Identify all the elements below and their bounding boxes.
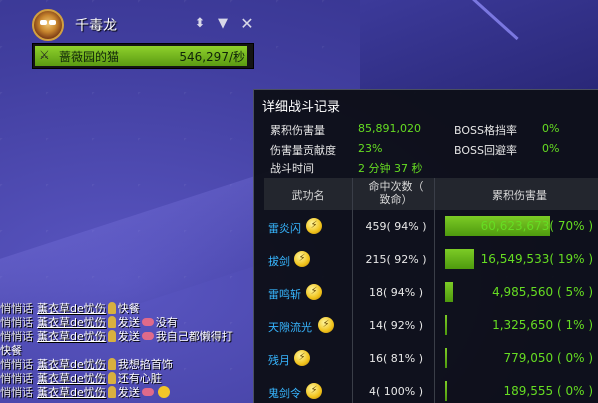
lips-emote-icon [141, 388, 154, 396]
skill-table-header: 武功名 命中次数（ 致命） 累积伤害量 [264, 178, 598, 210]
skill-damage-value: 779,050 ( 0% ) [503, 351, 593, 365]
sword-icon: ⚔ [39, 48, 50, 62]
battle-time-label: 战斗时间 [270, 162, 314, 175]
target-header: 千毒龙 ⬍ ▼ ✕ [27, 8, 263, 42]
chat-verb: 发送 [117, 386, 140, 399]
skill-hit-count: 16( 81% ) [368, 352, 424, 365]
chat-sender-link[interactable]: 薰衣草de忧伤 [37, 386, 106, 399]
boss-block-label: BOSS格挡率 [454, 124, 517, 137]
boss-avatar-icon[interactable] [32, 9, 64, 41]
column-hit-count-line1: 命中次数（ [368, 180, 424, 193]
skill-hit-count: 18( 94% ) [368, 286, 424, 299]
emote-icon [107, 386, 116, 398]
skill-row[interactable]: 天隙流光 ⚡ 14( 92% ) 1,325,650 ( 1% ) [264, 311, 598, 341]
emote-icon [107, 316, 116, 328]
chat-sender-link[interactable]: 薰衣草de忧伤 [37, 330, 106, 343]
column-total-damage[interactable]: 累积伤害量 [440, 187, 598, 203]
skill-hit-count: 215( 92% ) [365, 253, 427, 266]
skill-row[interactable]: 拔剑 ⚡ 215( 92% ) 16,549,533( 19% ) [264, 245, 598, 275]
boss-block-value: 0% [542, 122, 560, 135]
emote-icon [107, 330, 116, 342]
lightning-icon: ⚡ [318, 317, 334, 333]
column-hit-count-line2: 致命） [379, 193, 413, 206]
skill-name[interactable]: 残月 [268, 352, 290, 368]
skill-row[interactable]: 雷炎闪 ⚡ 459( 94% ) 60,623,673( 70% ) [264, 212, 598, 242]
skill-hit-count: 459( 94% ) [365, 220, 427, 233]
world-shadow-area [360, 0, 598, 90]
emote-icon [107, 372, 116, 384]
damage-share-bar [445, 282, 453, 302]
lips-emote-icon [141, 332, 154, 340]
boss-evade-value: 0% [542, 142, 560, 155]
skill-hit-count: 4( 100% ) [368, 385, 424, 398]
panel-title: 详细战斗记录 [262, 100, 341, 115]
skill-hit-count: 14( 92% ) [368, 319, 424, 332]
damage-share-bar [445, 249, 474, 269]
lips-emote-icon [141, 318, 154, 326]
sort-arrows-icon[interactable]: ⬍ [192, 15, 208, 33]
skill-name[interactable]: 鬼剑令 [268, 385, 301, 401]
lightning-icon: ⚡ [306, 284, 322, 300]
chat-line: 悄悄话 薰衣草de忧伤 发送 [0, 384, 172, 400]
skill-damage-value: 16,549,533( 19% ) [480, 252, 593, 266]
skill-name[interactable]: 雷鸣斩 [268, 286, 301, 302]
damage-share-bar [445, 315, 447, 335]
chat-channel-tag: 悄悄话 [0, 386, 33, 399]
column-hit-count[interactable]: 命中次数（ 致命） [356, 180, 436, 206]
skill-damage-value: 189,555 ( 0% ) [503, 384, 593, 398]
skill-damage-value: 1,325,650 ( 1% ) [492, 318, 593, 332]
skill-row[interactable]: 雷鸣斩 ⚡ 18( 94% ) 4,985,560 ( 5% ) [264, 278, 598, 308]
skill-name[interactable]: 雷炎闪 [268, 220, 301, 236]
chat-log: 悄悄话 薰衣草de忧伤 快餐 悄悄话 薰衣草de忧伤 发送 没有 悄悄话 薰衣草de忧伤 发送 我自… [0, 286, 260, 403]
contribution-label: 伤害量贡献度 [270, 144, 336, 157]
skill-row[interactable]: 残月 ⚡ 16( 81% ) 779,050 ( 0% ) [264, 344, 598, 374]
chat-line: 悄悄话 薰衣草de忧伤 发送 我自己都懒得打 [0, 328, 233, 344]
skill-damage-value: 60,623,673( 70% ) [480, 219, 593, 233]
skill-row[interactable]: 鬼剑令 ⚡ 4( 100% ) 189,555 ( 0% ) [264, 377, 598, 403]
dropdown-triangle-icon[interactable]: ▼ [215, 15, 231, 33]
lightning-icon: ⚡ [306, 218, 322, 234]
battle-record-panel: 详细战斗记录 累积伤害量 85,891,020 BOSS格挡率 0% 伤害量贡献… [253, 89, 598, 403]
boss-evade-label: BOSS回避率 [454, 144, 517, 157]
target-frame: 千毒龙 ⬍ ▼ ✕ ⚔ 蔷薇园的猫 546,297/秒 [27, 8, 263, 72]
emote-icon [107, 358, 116, 370]
player-dps-bar[interactable]: ⚔ 蔷薇园的猫 546,297/秒 [32, 43, 254, 69]
smiley-emote-icon [157, 386, 170, 398]
damage-share-bar [445, 381, 447, 401]
chat-message: 我自己都懒得打 [155, 330, 233, 343]
emote-icon [107, 302, 116, 314]
column-skill-name[interactable]: 武功名 [264, 187, 352, 203]
battle-time-value: 2 分钟 37 秒 [358, 162, 423, 175]
damage-share-bar [445, 348, 447, 368]
boss-name: 千毒龙 [75, 18, 117, 34]
close-icon[interactable]: ✕ [239, 15, 255, 33]
player-name: 蔷薇园的猫 [59, 50, 120, 64]
skill-name[interactable]: 天隙流光 [268, 319, 312, 335]
skill-name[interactable]: 拔剑 [268, 253, 290, 269]
player-dps-value: 546,297/秒 [179, 50, 245, 64]
lightning-icon: ⚡ [294, 350, 310, 366]
lightning-icon: ⚡ [306, 383, 322, 399]
contribution-value: 23% [358, 142, 383, 155]
chat-verb: 发送 [117, 330, 140, 343]
skill-damage-value: 4,985,560 ( 5% ) [492, 285, 593, 299]
total-damage-value: 85,891,020 [358, 122, 421, 135]
total-damage-label: 累积伤害量 [270, 124, 325, 137]
lightning-icon: ⚡ [294, 251, 310, 267]
